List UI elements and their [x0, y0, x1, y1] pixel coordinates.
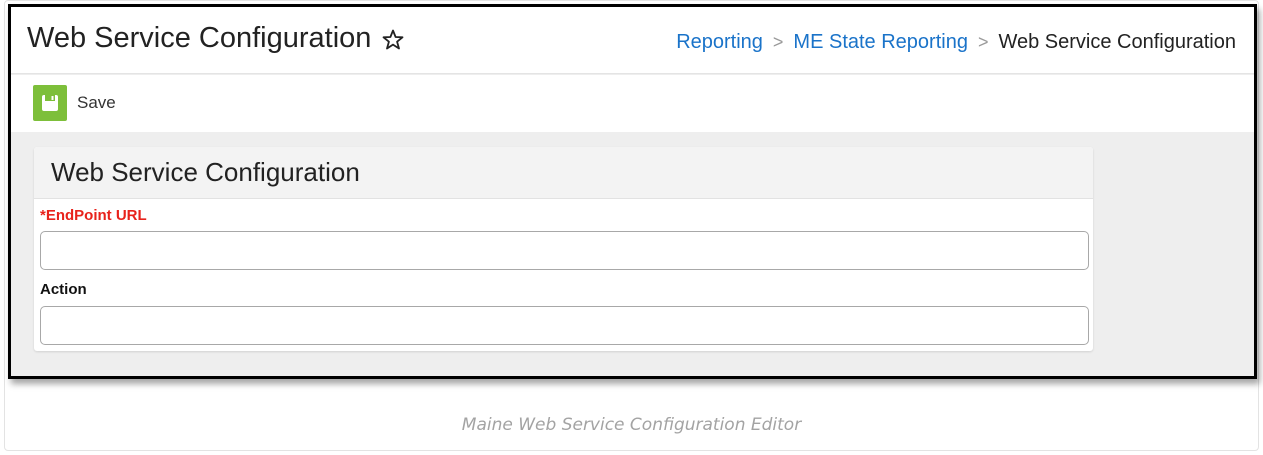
breadcrumb-current: Web Service Configuration [998, 31, 1236, 53]
save-label: Save [77, 93, 116, 112]
star-icon[interactable] [381, 27, 405, 51]
breadcrumb: Reporting > ME State Reporting > Web Ser… [676, 31, 1236, 54]
breadcrumb-link-reporting[interactable]: Reporting [676, 31, 763, 54]
breadcrumb-link-me-state-reporting[interactable]: ME State Reporting [793, 31, 968, 54]
action-toolbar: Save [11, 75, 1254, 132]
endpoint-url-label: *EndPoint URL [40, 207, 147, 224]
page-title-text: Web Service Configuration [27, 22, 372, 54]
breadcrumb-separator: > [772, 32, 784, 52]
figure-caption: Maine Web Service Configuration Editor [461, 415, 802, 435]
web-service-config-panel: Web Service Configuration *EndPoint URL … [34, 147, 1093, 351]
screenshot-window: Web Service Configuration Reporting > ME… [8, 4, 1257, 379]
floppy-disk-icon [33, 85, 67, 121]
endpoint-url-input[interactable] [40, 231, 1089, 270]
action-label: Action [40, 281, 87, 298]
panel-header: Web Service Configuration [34, 147, 1093, 199]
save-button[interactable]: Save [33, 85, 116, 121]
page-header: Web Service Configuration Reporting > ME… [11, 7, 1254, 74]
page-title: Web Service Configuration [27, 22, 405, 55]
panel-title: Web Service Configuration [51, 157, 360, 187]
breadcrumb-separator: > [977, 32, 989, 52]
action-input[interactable] [40, 306, 1089, 345]
